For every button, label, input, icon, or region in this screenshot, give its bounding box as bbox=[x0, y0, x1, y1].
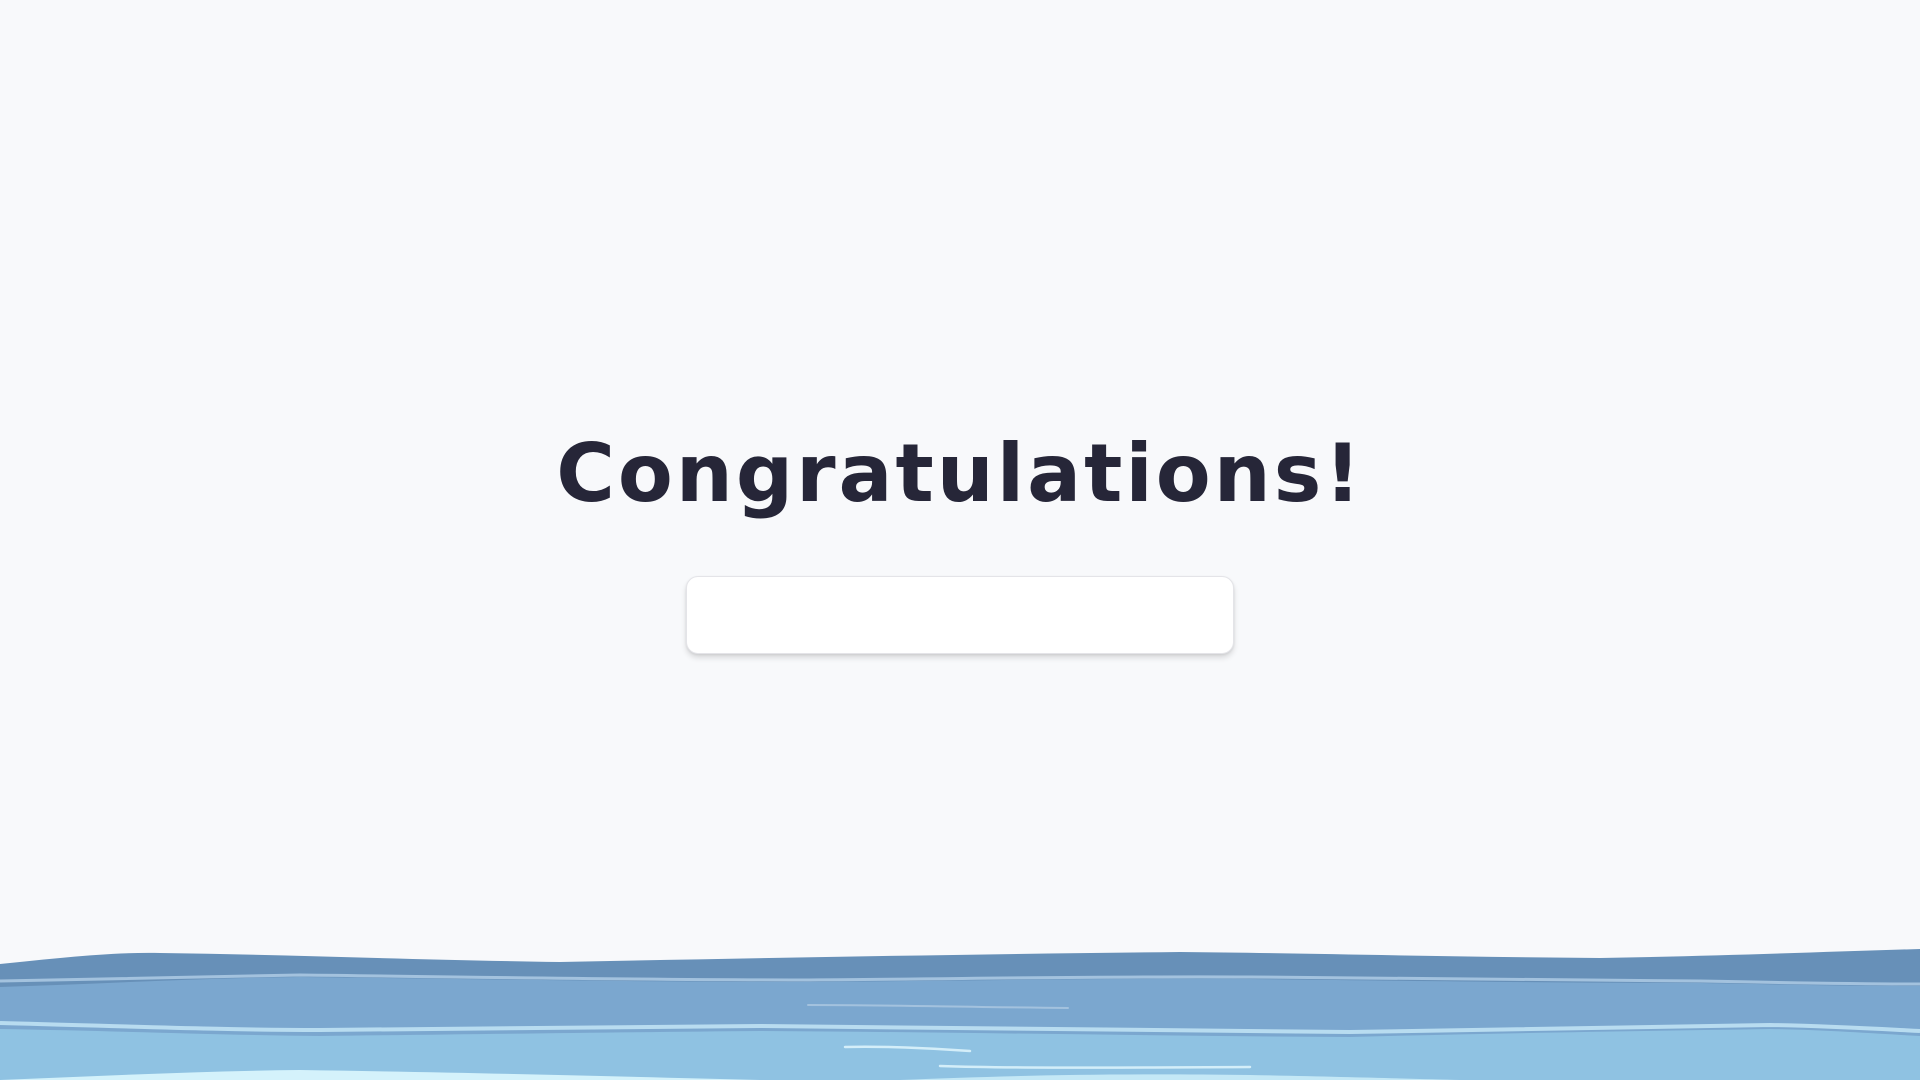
congratulations-screen: Congratulations! bbox=[0, 0, 1920, 1080]
water-waves-decoration bbox=[0, 930, 1920, 1080]
water-waves-graphic bbox=[0, 949, 1920, 1080]
name-input[interactable] bbox=[686, 576, 1234, 654]
congratulations-title: Congratulations! bbox=[556, 427, 1364, 520]
congratulations-panel: Congratulations! bbox=[0, 0, 1920, 940]
